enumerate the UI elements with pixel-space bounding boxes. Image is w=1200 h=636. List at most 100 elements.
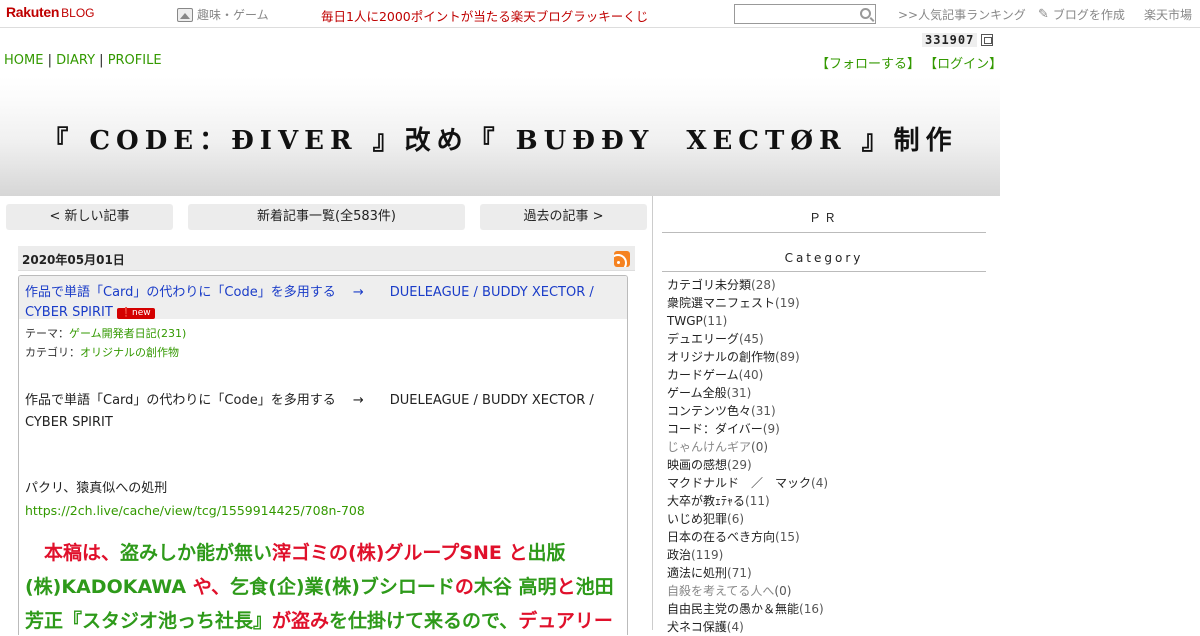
counter-settings-icon[interactable] <box>981 34 994 46</box>
blog-nav: HOME | DIARY | PROFILE <box>4 53 162 68</box>
emphasis-text: が盗み <box>272 610 330 632</box>
category-item-count: (45) <box>739 332 764 346</box>
category-item[interactable]: 自殺を考えてる人へ(0) <box>667 582 828 600</box>
category-item-name[interactable]: オリジナルの創作物 <box>667 350 775 364</box>
category-item-name[interactable]: 大卒が教ｪﾃｬる <box>667 494 745 508</box>
search-icon[interactable] <box>860 8 871 19</box>
category-item[interactable]: マクドナルド ／ マック(4) <box>667 474 828 492</box>
category-item-name[interactable]: 政治 <box>667 548 691 562</box>
category-list: カテゴリ未分類(28) 衆院選マニフェスト(19) TWGP(11) デュエリーグ(4… <box>667 276 828 636</box>
category-label: カテゴリ： <box>25 346 80 359</box>
category-item-name[interactable]: じゃんけんギア <box>667 440 751 454</box>
category-item[interactable]: 映画の感想(29) <box>667 456 828 474</box>
create-blog-link[interactable]: ✎ ブログを作成 <box>1038 6 1125 23</box>
lucky-draw-promo-link[interactable]: 毎日1人に2000ポイントが当たる楽天ブログラッキーくじ <box>321 6 648 25</box>
post-list-button[interactable]: 新着記事一覧(全583件) <box>188 204 465 230</box>
category-item-count: (11) <box>702 314 728 328</box>
older-post-button[interactable]: 過去の記事 > <box>480 204 647 230</box>
category-item[interactable]: デュエリーグ(45) <box>667 330 828 348</box>
category-item[interactable]: 自由民主党の愚か＆無能(16) <box>667 600 828 618</box>
category-item-name[interactable]: 犬ネコ保護 <box>667 620 727 634</box>
category-item-count: (0) <box>774 584 792 598</box>
category-item-name[interactable]: マクドナルド ／ マック <box>667 476 811 490</box>
category-item-name[interactable]: 適法に処刑 <box>667 566 727 580</box>
category-item-name[interactable]: カードゲーム <box>667 368 739 382</box>
blog-entry: 作品で単語「Card」の代わりに「Code」を多用する → DUELEAGUE … <box>18 275 628 635</box>
rss-icon[interactable] <box>614 251 630 267</box>
counter-value: 331907 <box>922 33 978 47</box>
category-item-name[interactable]: 自由民主党の愚か＆無能 <box>667 602 799 616</box>
category-item[interactable]: コード：ダイバー(9) <box>667 420 828 438</box>
newer-post-button[interactable]: < 新しい記事 <box>6 204 173 230</box>
category-item-count: (40) <box>738 368 764 382</box>
create-blog-label: ブログを作成 <box>1052 8 1125 22</box>
category-item[interactable]: 衆院選マニフェスト(19) <box>667 294 828 312</box>
category-item[interactable]: 政治(119) <box>667 546 828 564</box>
category-item-count: (71) <box>727 566 752 580</box>
ranking-link[interactable]: >>人気記事ランキング <box>898 6 1026 23</box>
category-item-name[interactable]: いじめ犯罪 <box>667 512 727 526</box>
entry-meta: テーマ：ゲーム開発者日記(231) カテゴリ：オリジナルの創作物 <box>19 319 627 362</box>
entry-title-text[interactable]: 作品で単語「Card」の代わりに「Code」を多用する → DUELEAGUE … <box>25 285 594 320</box>
nav-home[interactable]: HOME <box>4 53 43 68</box>
entry-date: 2020年05月01日 <box>22 253 125 267</box>
category-item[interactable]: 犬ネコ保護(4) <box>667 618 828 636</box>
category-item-name[interactable]: 自殺を考えてる人へ <box>667 584 774 598</box>
pr-heading: ＰＲ <box>662 209 986 233</box>
category-item-name[interactable]: TWGP <box>667 314 703 328</box>
category-item[interactable]: オリジナルの創作物(89) <box>667 348 828 366</box>
follow-link[interactable]: 【フォローする】 <box>816 57 920 72</box>
category-item-count: (9) <box>762 422 780 436</box>
category-link[interactable]: オリジナルの創作物 <box>80 346 179 359</box>
category-item[interactable]: いじめ犯罪(6) <box>667 510 828 528</box>
nav-separator: | <box>99 53 104 68</box>
category-heading: Category <box>662 251 986 272</box>
emphasis-text: や、 <box>186 576 231 598</box>
category-item-name[interactable]: コード：ダイバー <box>667 422 763 436</box>
category-item[interactable]: コンテンツ色々(31) <box>667 402 828 420</box>
blog-title[interactable]: 『 CODE：ĐIVER 』改め『 BUĐĐY XECTØR 』制作 <box>0 120 1000 157</box>
category-item[interactable]: 大卒が教ｪﾃｬる(11) <box>667 492 828 510</box>
category-item-name[interactable]: 衆院選マニフェスト <box>667 296 775 310</box>
genre-link[interactable]: 趣味・ゲーム <box>177 6 269 23</box>
category-item[interactable]: TWGP(11) <box>667 312 828 330</box>
blog-header: 『 CODE：ĐIVER 』改め『 BUĐĐY XECTØR 』制作 <box>0 76 1000 196</box>
category-item[interactable]: 日本の在るべき方向(15) <box>667 528 828 546</box>
category-item-count: (29) <box>727 458 752 472</box>
category-item-name[interactable]: カテゴリ未分類 <box>667 278 751 292</box>
rakuten-blog-logo[interactable]: Rakuten BLOG <box>6 4 95 22</box>
nav-profile[interactable]: PROFILE <box>108 53 162 68</box>
logo-sub-text: BLOG <box>61 6 95 20</box>
category-item-name[interactable]: ゲーム全般 <box>667 386 727 400</box>
body-emphasis-paragraph: 本稿は、盗みしか能が無い滓ゴミの(株)グループSNE と出版(株)KADOKAW… <box>25 536 621 635</box>
category-item-name[interactable]: コンテンツ色々 <box>667 404 751 418</box>
rakuten-ichiba-link[interactable]: 楽天市場 <box>1144 6 1192 23</box>
category-item[interactable]: カードゲーム(40) <box>667 366 828 384</box>
category-item-name[interactable]: デュエリーグ <box>667 332 739 346</box>
entry-body: 作品で単語「Card」の代わりに「Code」を多用する → DUELEAGUE … <box>19 390 627 635</box>
body-link[interactable]: https://2ch.live/cache/view/tcg/15599144… <box>25 500 621 522</box>
emphasis-text: 本稿は、 <box>25 542 121 564</box>
category-item[interactable]: じゃんけんギア(0) <box>667 438 828 456</box>
nav-diary[interactable]: DIARY <box>56 53 95 68</box>
new-badge: ❗new <box>116 308 155 319</box>
follow-login-links: 【フォローする】 【ログイン】 <box>816 53 1002 72</box>
login-link[interactable]: 【ログイン】 <box>924 57 1002 72</box>
category-item-name[interactable]: 映画の感想 <box>667 458 727 472</box>
search-input[interactable] <box>735 5 853 23</box>
theme-link[interactable]: ゲーム開発者日記(231) <box>69 327 186 340</box>
category-item[interactable]: 適法に処刑(71) <box>667 564 828 582</box>
category-item-count: (4) <box>811 476 829 490</box>
category-item[interactable]: カテゴリ未分類(28) <box>667 276 828 294</box>
entry-title[interactable]: 作品で単語「Card」の代わりに「Code」を多用する → DUELEAGUE … <box>25 285 594 320</box>
category-item-count: (16) <box>799 602 824 616</box>
category-item[interactable]: ゲーム全般(31) <box>667 384 828 402</box>
access-counter: 331907 <box>922 33 994 47</box>
emphasis-text: デュアリー <box>518 610 613 632</box>
logo-main-text: Rakuten <box>6 4 60 20</box>
nav-separator: | <box>47 53 52 68</box>
category-item-name[interactable]: 日本の在るべき方向 <box>667 530 775 544</box>
image-icon <box>177 7 193 22</box>
category-item-count: (119) <box>691 548 724 562</box>
category-item-count: (15) <box>775 530 800 544</box>
